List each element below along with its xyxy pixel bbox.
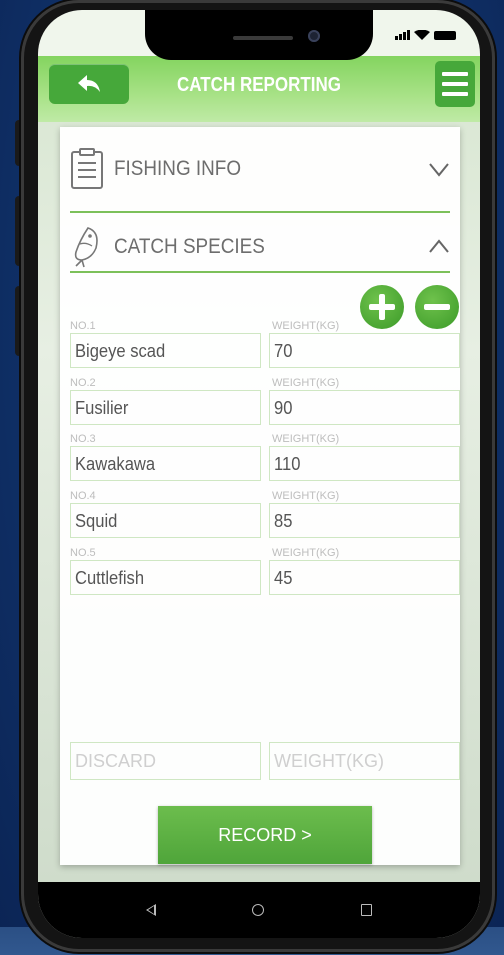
weight-label: WEIGHT(KG)	[272, 433, 340, 445]
species-input[interactable]: Squid	[70, 503, 261, 538]
weight-input[interactable]: 45	[269, 560, 460, 595]
menu-button[interactable]	[435, 61, 475, 107]
species-input[interactable]: Bigeye scad	[70, 333, 261, 368]
section-fishing-info[interactable]: FISHING INFO	[70, 147, 450, 191]
section-label-catch-species: CATCH SPECIES	[114, 235, 265, 258]
catch-row: NO.2 WEIGHT(KG) Fusilier 90	[70, 377, 460, 434]
catch-row: NO.5 WEIGHT(KG) Cuttlefish 45	[70, 547, 460, 604]
catch-row: NO.1 WEIGHT(KG) Bigeye scad 70	[70, 320, 460, 377]
section-divider	[70, 271, 450, 273]
row-number-label: NO.2	[70, 377, 96, 389]
top-bar: CATCH REPORTING	[38, 56, 480, 122]
section-label-fishing-info: FISHING INFO	[114, 157, 242, 180]
species-input[interactable]: Cuttlefish	[70, 560, 261, 595]
record-button[interactable]: RECORD >	[158, 806, 372, 864]
species-input[interactable]: Fusilier	[70, 390, 261, 425]
catch-form-card: FISHING INFO CATCH SPECIES NO.1 WEIGHT(K…	[60, 127, 460, 865]
weight-label: WEIGHT(KG)	[272, 547, 340, 559]
signal-icon	[395, 30, 410, 40]
catch-row: NO.4 WEIGHT(KG) Squid 85	[70, 490, 460, 547]
weight-label: WEIGHT(KG)	[272, 490, 340, 502]
catch-row: NO.3 WEIGHT(KG) Kawakawa 110	[70, 433, 460, 490]
clipboard-icon	[71, 148, 103, 189]
chevron-down-icon	[429, 163, 449, 177]
nav-recent-apps-icon[interactable]	[360, 904, 372, 916]
weight-input[interactable]: 110	[269, 446, 460, 481]
weight-label: WEIGHT(KG)	[272, 377, 340, 389]
battery-icon	[434, 30, 456, 40]
section-catch-species[interactable]: CATCH SPECIES	[70, 225, 450, 269]
android-nav-bar	[38, 882, 480, 938]
phone-screen: CATCH REPORTING FISHING INFO CATCH SPECI…	[38, 10, 480, 938]
discard-weight-input[interactable]: WEIGHT(KG)	[269, 742, 460, 780]
section-divider	[70, 211, 450, 213]
chevron-up-icon	[429, 239, 449, 253]
row-number-label: NO.4	[70, 490, 96, 502]
fish-icon	[74, 227, 98, 268]
phone-frame: CATCH REPORTING FISHING INFO CATCH SPECI…	[21, 0, 495, 952]
weight-input[interactable]: 90	[269, 390, 460, 425]
status-bar	[395, 30, 456, 40]
discard-input[interactable]: DISCARD	[70, 742, 261, 780]
phone-notch	[145, 10, 373, 60]
row-number-label: NO.1	[70, 320, 96, 332]
row-number-label: NO.5	[70, 547, 96, 559]
weight-label: WEIGHT(KG)	[272, 320, 340, 332]
weight-input[interactable]: 70	[269, 333, 460, 368]
species-input[interactable]: Kawakawa	[70, 446, 261, 481]
front-camera	[308, 30, 320, 42]
row-number-label: NO.3	[70, 433, 96, 445]
weight-input[interactable]: 85	[269, 503, 460, 538]
nav-home-icon[interactable]	[252, 904, 265, 916]
wifi-icon	[414, 30, 430, 40]
hamburger-menu-icon	[442, 72, 468, 76]
nav-back-icon[interactable]	[146, 904, 157, 916]
page-title: CATCH REPORTING	[176, 74, 342, 96]
speaker-grille	[233, 36, 293, 40]
